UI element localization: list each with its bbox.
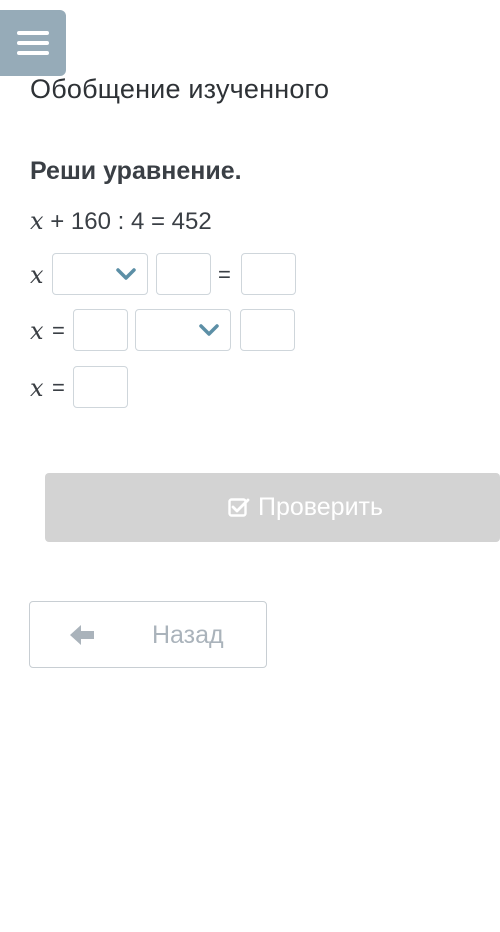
answer-input[interactable] (241, 253, 296, 295)
menu-icon-bar (17, 41, 49, 45)
answer-input[interactable] (73, 309, 128, 351)
answer-input[interactable] (73, 366, 128, 408)
equation: x + 160 : 4 = 452 (30, 207, 212, 236)
operation-select[interactable] (52, 253, 148, 295)
back-button-label: Назад (152, 621, 224, 649)
row-variable: x (30, 261, 44, 289)
page-title: Обобщение изученного (30, 74, 330, 104)
equation-variable: x (30, 207, 44, 235)
operation-select[interactable] (135, 309, 231, 351)
menu-button[interactable] (0, 10, 66, 76)
equation-text: + 160 : 4 = 452 (50, 208, 212, 235)
equals-sign: = (218, 262, 231, 287)
check-button[interactable]: Проверить (45, 473, 500, 542)
row-variable: x (30, 374, 44, 402)
row-variable: x (30, 317, 44, 345)
chevron-down-icon (199, 324, 219, 336)
answer-input[interactable] (240, 309, 295, 351)
equals-sign: = (52, 375, 65, 400)
menu-icon-bar (17, 31, 49, 35)
check-button-content: Проверить (228, 493, 383, 522)
answer-input[interactable] (156, 253, 211, 295)
check-button-label: Проверить (258, 493, 384, 521)
checkbox-icon (228, 497, 250, 517)
chevron-down-icon (116, 268, 136, 280)
menu-icon-bar (17, 51, 49, 55)
task-title: Реши уравнение. (30, 157, 242, 185)
solution-row-2: x = (30, 309, 310, 353)
equals-sign: = (52, 318, 65, 343)
solution-row-1: x = (30, 253, 310, 297)
back-button[interactable]: Назад (29, 601, 267, 668)
arrow-left-icon (70, 625, 94, 645)
solution-row-3: x = (30, 366, 150, 410)
